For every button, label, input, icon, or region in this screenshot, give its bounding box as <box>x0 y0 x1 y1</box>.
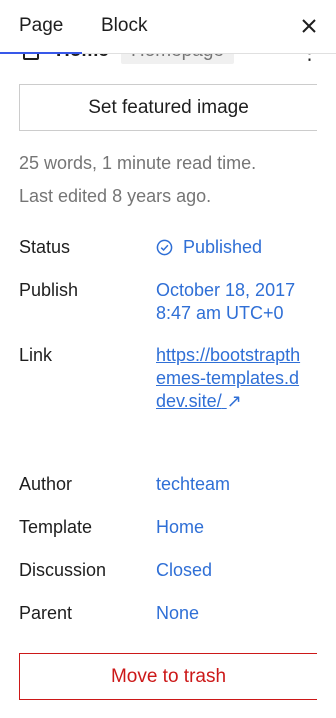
status-value: Published <box>183 237 263 257</box>
close-icon <box>302 19 316 33</box>
permalink-link[interactable]: https://bootstrapthemes-templates.ddev.s… <box>156 344 306 413</box>
author-label: Author <box>19 474 73 494</box>
published-check-icon <box>156 239 173 256</box>
publish-date-button[interactable]: October 18, 2017 8:47 am UTC+0 <box>156 279 295 325</box>
sidebar-tabs: Page Block <box>0 0 336 54</box>
active-tab-indicator <box>0 52 82 54</box>
publish-date: October 18, 2017 <box>156 280 296 300</box>
template-value-button[interactable]: Home <box>156 516 204 539</box>
move-to-trash-button[interactable]: Move to trash <box>19 653 317 700</box>
publish-time: 8:47 am UTC+0 <box>156 303 284 323</box>
tab-block[interactable]: Block <box>101 14 147 38</box>
parent-label: Parent <box>19 603 73 623</box>
discussion-label: Discussion <box>19 560 107 580</box>
status-label: Status <box>19 237 71 257</box>
link-label: Link <box>19 345 53 365</box>
tab-page[interactable]: Page <box>19 14 63 38</box>
word-count-text: 25 words, 1 minute read time. <box>19 153 257 173</box>
template-label: Template <box>19 517 93 537</box>
author-value-button[interactable]: techteam <box>156 473 230 496</box>
close-button[interactable] <box>296 13 322 39</box>
publish-label: Publish <box>19 280 79 300</box>
status-value-button[interactable]: Published <box>156 236 262 259</box>
external-link-icon: ↗ <box>226 391 242 411</box>
discussion-value-button[interactable]: Closed <box>156 559 212 582</box>
set-featured-image-button[interactable]: Set featured image <box>19 84 317 131</box>
parent-value-button[interactable]: None <box>156 602 199 625</box>
last-edited-text: Last edited 8 years ago. <box>19 186 212 206</box>
